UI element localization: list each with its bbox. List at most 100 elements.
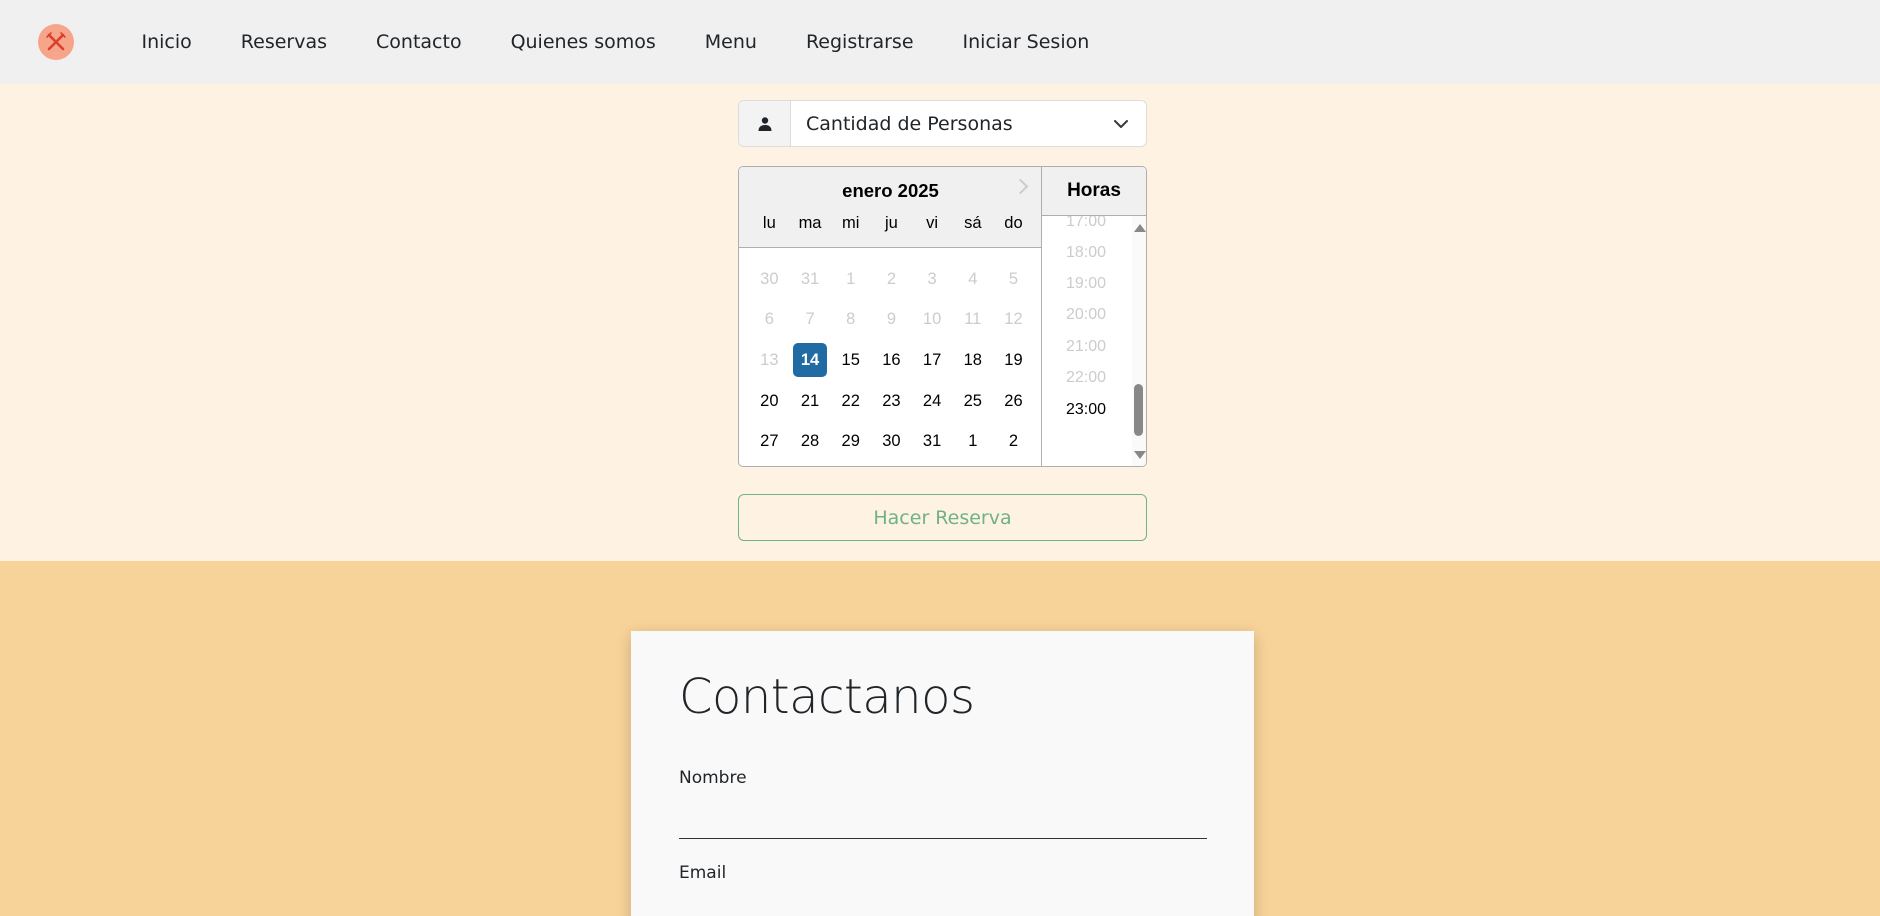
calendar-day-label: 7 [805, 310, 815, 329]
days-grid: 30 31 1 2 3 4 5 6 7 8 9 10 11 12 13 14 15 16 17 18 19 20 21 22 2… [749, 259, 1034, 462]
weekday-row: lu ma mi ju vi sá do [749, 214, 1034, 233]
nav-link-iniciar-sesion[interactable]: Iniciar Sesion [938, 31, 1114, 53]
time-option: 21:00 [1065, 338, 1107, 355]
calendar-day[interactable]: 17 [912, 340, 953, 381]
calendar-day-label: 15 [841, 350, 860, 369]
make-reservation-button[interactable]: Hacer Reserva [738, 494, 1147, 541]
calendar-day: 10 [912, 300, 953, 341]
calendar-day[interactable]: 16 [871, 340, 912, 381]
calendar-day[interactable]: 25 [952, 381, 993, 422]
calendar-day-label: 20 [760, 391, 779, 410]
contact-card: Contactanos Nombre Email [631, 631, 1254, 916]
calendar-day-label: 16 [882, 350, 901, 369]
week-row: 30 31 1 2 3 4 5 [749, 259, 1034, 300]
calendar-day-label: 24 [922, 391, 942, 410]
weekday-label: mi [842, 214, 860, 232]
calendar-day[interactable]: 30 [871, 421, 912, 462]
calendar-day-label: 28 [800, 432, 820, 451]
calendar-day: 30 [749, 259, 790, 300]
calendar-day[interactable]: 23 [871, 381, 912, 422]
scroll-down-icon[interactable] [1134, 451, 1146, 459]
weekday-label: sá [964, 214, 982, 232]
calendar-day-label: 3 [927, 269, 937, 288]
nav-links: Inicio Reservas Contacto Quienes somos M… [117, 0, 1114, 84]
calendar-day-label: 8 [846, 310, 856, 329]
month-header: enero 2025 lu ma mi ju vi sá do [739, 167, 1041, 248]
calendar-day: 6 [749, 300, 790, 341]
calendar-day[interactable]: 15 [830, 340, 871, 381]
people-icon-box [739, 101, 791, 146]
calendar-day-label: 9 [886, 310, 896, 329]
time-option: 19:00 [1065, 275, 1107, 292]
calendar-day-label: 2 [1008, 432, 1019, 451]
calendar-day-label: 18 [963, 350, 982, 369]
weekday-label: ma [798, 214, 822, 232]
calendar-day[interactable]: 26 [993, 381, 1034, 422]
name-field-label: Nombre [679, 768, 747, 788]
calendar-day[interactable]: 22 [830, 381, 871, 422]
calendar-day[interactable]: 24 [912, 381, 953, 422]
calendar-day: 12 [993, 300, 1034, 341]
calendar-day[interactable]: 20 [749, 381, 790, 422]
time-option: 18:00 [1065, 244, 1107, 261]
calendar-day-label: 14 [793, 343, 828, 378]
datepicker: enero 2025 lu ma mi ju vi sá do 30 31 1 2 3 4 5 6 7 8 9 1… [738, 166, 1147, 467]
calendar-day-label: 17 [922, 350, 942, 369]
calendar-day-label: 23 [882, 391, 901, 410]
calendar-day-label: 13 [760, 350, 779, 369]
people-select[interactable]: Cantidad de Personas [738, 100, 1147, 147]
calendar-day: 3 [912, 259, 953, 300]
calendar-day-label: 1 [968, 432, 978, 451]
calendar-day: 5 [993, 259, 1034, 300]
calendar-day[interactable]: 18 [952, 340, 993, 381]
weekday-label: lu [762, 214, 776, 232]
scroll-up-icon[interactable] [1134, 224, 1146, 232]
logo[interactable] [38, 24, 74, 60]
weekday-label: do [1004, 214, 1023, 232]
calendar-day-label: 22 [841, 391, 860, 410]
scroll-thumb[interactable] [1134, 384, 1143, 436]
person-icon [758, 116, 771, 131]
calendar-day-label: 10 [922, 310, 942, 329]
calendar-day[interactable]: 28 [790, 421, 831, 462]
calendar-day: 31 [790, 259, 831, 300]
calendar-day[interactable]: 1 [952, 421, 993, 462]
week-row: 6 7 8 9 10 11 12 [749, 300, 1034, 341]
weekday-label: ju [884, 214, 898, 232]
next-month-icon[interactable] [1012, 176, 1030, 196]
calendar-day[interactable]: 21 [790, 381, 831, 422]
calendar-day: 8 [830, 300, 871, 341]
nav-link-registrarse[interactable]: Registrarse [781, 31, 938, 53]
nav-link-inicio[interactable]: Inicio [117, 31, 216, 53]
time-scrollbar[interactable] [1132, 216, 1146, 466]
chevron-down-icon [1096, 101, 1146, 146]
calendar-day: 2 [871, 259, 912, 300]
nav-link-quienes-somos[interactable]: Quienes somos [486, 31, 680, 53]
calendar-day: 4 [952, 259, 993, 300]
week-row: 27 28 29 30 31 1 2 [749, 421, 1034, 462]
calendar-day[interactable]: 19 [993, 340, 1034, 381]
calendar-day-label: 30 [882, 432, 901, 451]
month-panel: enero 2025 lu ma mi ju vi sá do 30 31 1 2 3 4 5 6 7 8 9 1… [739, 167, 1042, 466]
time-header: Horas [1042, 167, 1146, 216]
calendar-day-label: 21 [800, 391, 820, 410]
calendar-day-label: 31 [800, 269, 820, 288]
calendar-day-label: 11 [964, 310, 982, 329]
name-field[interactable] [679, 838, 1207, 839]
time-option: 22:00 [1065, 369, 1107, 386]
time-option[interactable]: 23:00 [1042, 401, 1130, 419]
nav-link-reservas[interactable]: Reservas [216, 31, 351, 53]
calendar-day[interactable]: 31 [912, 421, 953, 462]
nav-link-menu[interactable]: Menu [680, 31, 781, 53]
calendar-day-selected[interactable]: 14 [790, 340, 831, 381]
calendar-day[interactable]: 27 [749, 421, 790, 462]
calendar-day: 13 [749, 340, 790, 381]
calendar-day[interactable]: 2 [993, 421, 1034, 462]
calendar-day[interactable]: 29 [830, 421, 871, 462]
calendar-day-label: 30 [760, 269, 779, 288]
week-row: 20 21 22 23 24 25 26 [749, 381, 1034, 422]
nav-link-contacto[interactable]: Contacto [352, 31, 487, 53]
calendar-day-label: 5 [1008, 269, 1019, 288]
navbar: Inicio Reservas Contacto Quienes somos M… [0, 0, 1880, 84]
time-option: 20:00 [1065, 306, 1107, 323]
